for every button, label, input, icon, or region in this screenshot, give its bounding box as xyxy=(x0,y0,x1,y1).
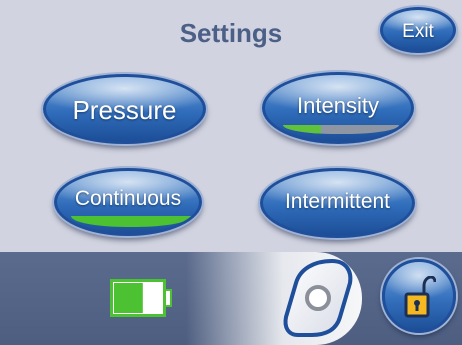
unlock-slider-knob-icon[interactable] xyxy=(280,255,356,339)
continuous-button-label: Continuous xyxy=(74,187,182,210)
intensity-button[interactable]: Intensity xyxy=(262,72,414,144)
pressure-button[interactable]: Pressure xyxy=(43,74,206,144)
intensity-level-fill xyxy=(283,125,322,134)
lock-button[interactable] xyxy=(382,259,456,333)
settings-screen: Settings Exit Pressure Intensity Continu… xyxy=(0,0,462,345)
battery-icon xyxy=(110,279,172,317)
exit-button-label: Exit xyxy=(402,21,434,42)
intensity-button-label: Intensity xyxy=(297,93,379,118)
intermittent-button[interactable]: Intermittent xyxy=(260,168,415,238)
pressure-button-label: Pressure xyxy=(72,95,177,125)
intermittent-button-label: Intermittent xyxy=(284,190,391,213)
continuous-active-indicator xyxy=(71,216,191,227)
exit-button[interactable]: Exit xyxy=(380,7,456,53)
intensity-level-bar xyxy=(283,125,399,134)
continuous-button[interactable]: Continuous xyxy=(54,168,202,236)
unlocked-padlock-icon xyxy=(404,276,436,318)
